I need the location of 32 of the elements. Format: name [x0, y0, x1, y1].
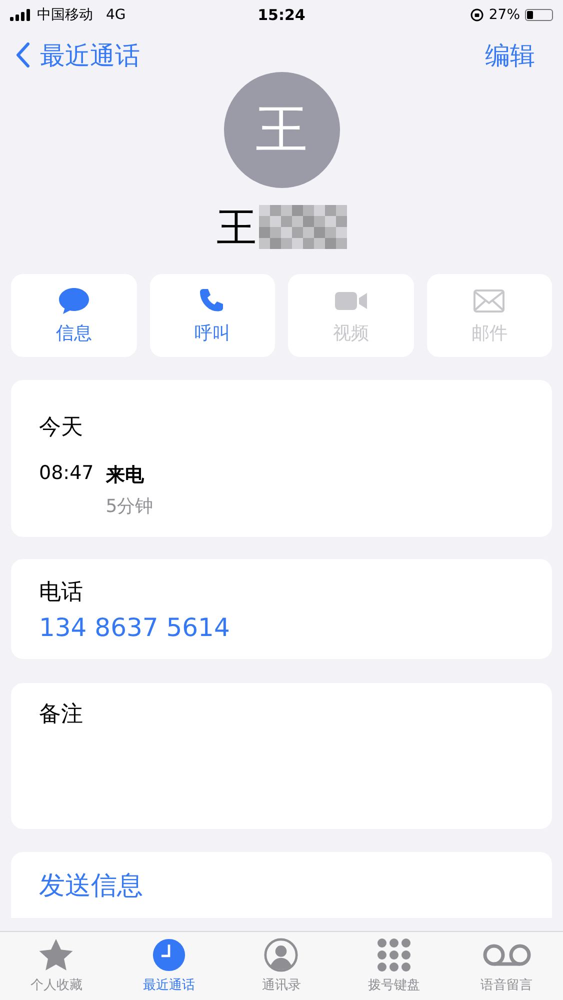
back-button[interactable]: 最近通话: [16, 38, 140, 72]
carrier-name: 中国移动: [37, 6, 93, 24]
date-heading: 今天: [39, 414, 84, 442]
call-duration: 5分钟: [106, 495, 154, 518]
tab-item[interactable]: 拨号键盘: [344, 938, 444, 994]
star-icon: [37, 938, 76, 972]
speech-bubble-icon: [58, 286, 90, 314]
edit-button[interactable]: 编辑: [485, 38, 547, 72]
phone-label: 电话: [39, 578, 84, 606]
tab-item[interactable]: 最近通话: [118, 938, 219, 994]
contact-name: 王: [216, 204, 256, 252]
tab-item[interactable]: 语音留言: [456, 938, 557, 994]
clock-time: 15:24: [258, 6, 306, 24]
action-button[interactable]: 呼叫: [150, 274, 275, 357]
tab-item[interactable]: 通讯录: [231, 938, 332, 994]
envelope-icon: [473, 286, 506, 314]
notes-label: 备注: [39, 701, 84, 729]
clock-icon: [150, 938, 187, 972]
phone-number-link[interactable]: 134 8637 5614: [39, 612, 524, 642]
network-type: 4G: [106, 7, 126, 23]
action-button[interactable]: 信息: [11, 274, 136, 357]
rotation-lock-icon: [470, 8, 484, 22]
contact-avatar: 王: [224, 72, 340, 188]
call-time: 08:47: [39, 462, 94, 484]
person-circle-icon: [263, 938, 300, 972]
tab-item[interactable]: 个人收藏: [6, 938, 106, 994]
battery-percent: 27%: [488, 7, 520, 23]
call-type: 来电: [106, 463, 145, 488]
signal-icon: [10, 9, 32, 21]
chevron-left-icon: [16, 42, 30, 68]
battery-icon: [525, 9, 553, 21]
keypad-icon: [377, 938, 412, 972]
